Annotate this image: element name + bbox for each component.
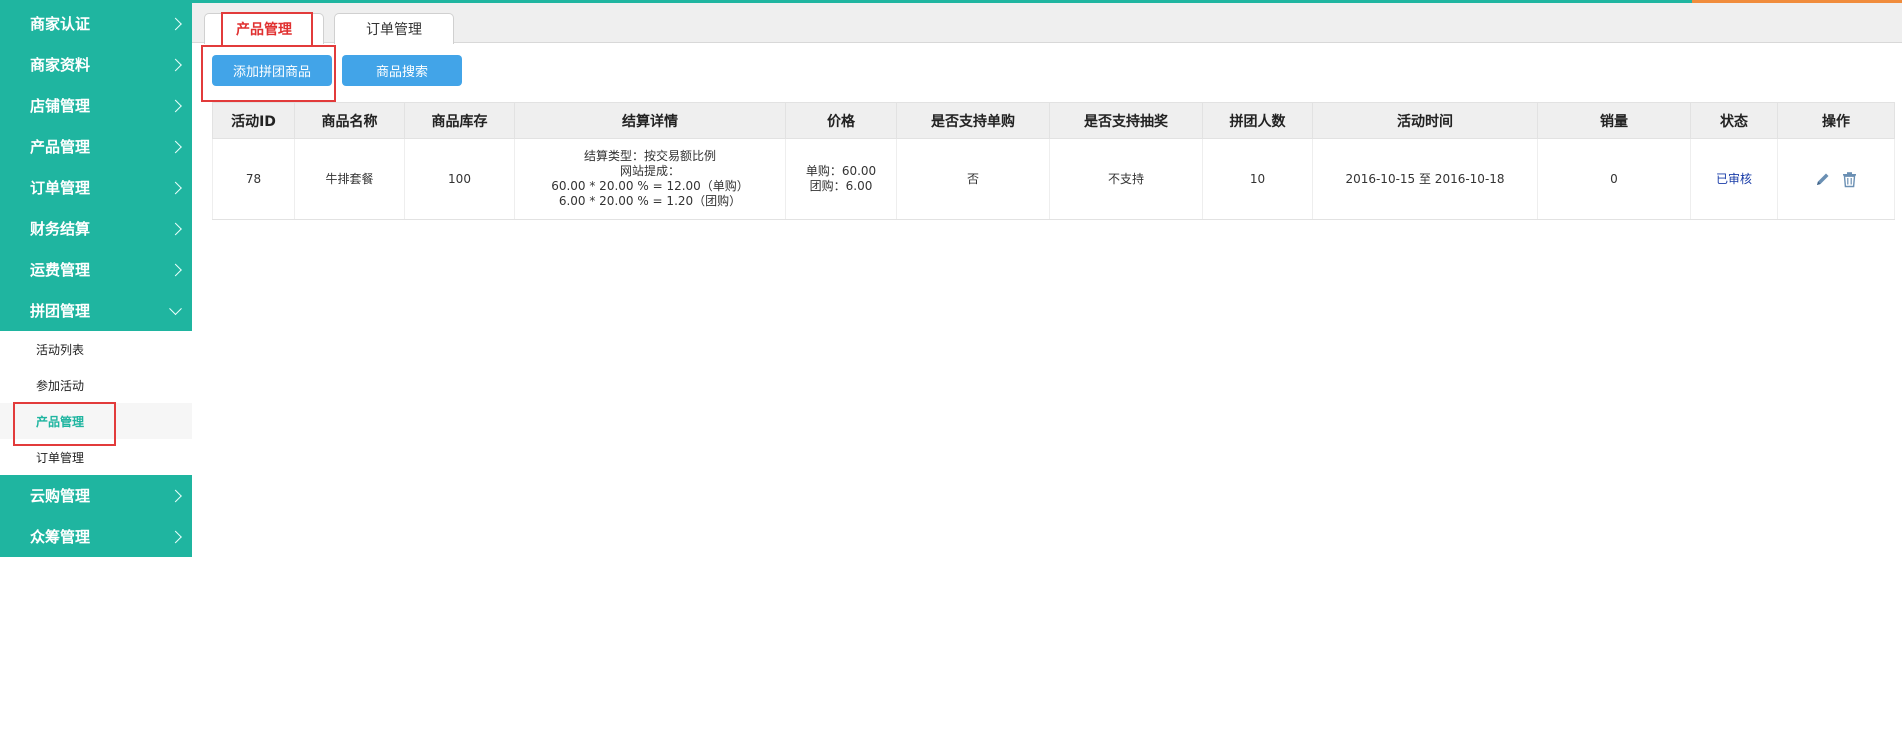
settlement-group: 6.00 * 20.00 % = 1.20（团购） xyxy=(558,194,742,208)
cell-price: 单购：60.00 团购：6.00 xyxy=(785,138,897,220)
column-header: 活动ID xyxy=(212,102,295,139)
sidebar: 商家认证 商家资料 店铺管理 产品管理 订单管理 财务结算 运费管理 拼团管理 … xyxy=(0,3,192,557)
submenu-item-order-manage[interactable]: 订单管理 xyxy=(0,439,192,475)
cell-status: 已审核 xyxy=(1690,138,1778,220)
sidebar-item-merchant-auth[interactable]: 商家认证 xyxy=(0,3,192,44)
sidebar-item-cloud-buy[interactable]: 云购管理 xyxy=(0,475,192,516)
cell-lottery: 不支持 xyxy=(1049,138,1203,220)
tab-product-manage[interactable]: 产品管理 xyxy=(204,13,324,44)
cell-single-buy: 否 xyxy=(896,138,1050,220)
tab-order-manage[interactable]: 订单管理 xyxy=(334,13,454,44)
cell-product-name: 牛排套餐 xyxy=(294,138,405,220)
sidebar-item-group-buy[interactable]: 拼团管理 xyxy=(0,290,192,331)
column-header: 是否支持单购 xyxy=(896,102,1050,139)
table-row: 78 牛排套餐 100 结算类型：按交易额比例 网站提成： 60.00 * 20… xyxy=(212,138,1895,220)
trash-icon[interactable] xyxy=(1841,171,1858,188)
sidebar-item-label: 云购管理 xyxy=(30,487,91,505)
chevron-right-icon xyxy=(169,222,182,235)
cell-sales: 0 xyxy=(1537,138,1691,220)
sidebar-item-finance[interactable]: 财务结算 xyxy=(0,208,192,249)
settlement-type: 结算类型：按交易额比例 xyxy=(583,149,716,163)
pencil-icon[interactable] xyxy=(1815,171,1831,187)
settlement-single: 60.00 * 20.00 % = 12.00（单购） xyxy=(551,179,749,193)
main-content: 产品管理 订单管理 添加拼团商品 商品搜索 活动ID 商品名称 商品库存 结算详… xyxy=(192,3,1902,736)
column-header: 结算详情 xyxy=(514,102,786,139)
column-header: 价格 xyxy=(785,102,897,139)
column-header: 拼团人数 xyxy=(1202,102,1313,139)
cell-stock: 100 xyxy=(404,138,515,220)
sidebar-item-label: 商家认证 xyxy=(30,15,91,33)
sidebar-item-label: 拼团管理 xyxy=(30,302,91,320)
cell-activity-time: 2016-10-15 至 2016-10-18 xyxy=(1312,138,1538,220)
sidebar-item-label: 众筹管理 xyxy=(30,528,91,546)
product-search-button[interactable]: 商品搜索 xyxy=(342,55,462,86)
sidebar-item-products[interactable]: 产品管理 xyxy=(0,126,192,167)
add-group-product-button[interactable]: 添加拼团商品 xyxy=(212,55,332,86)
submenu-item-product-manage[interactable]: 产品管理 xyxy=(0,403,192,439)
sidebar-item-label: 订单管理 xyxy=(30,179,91,197)
sidebar-item-label: 运费管理 xyxy=(30,261,91,279)
chevron-down-icon xyxy=(169,301,182,315)
sidebar-item-label: 商家资料 xyxy=(30,56,91,74)
sidebar-item-shipping[interactable]: 运费管理 xyxy=(0,249,192,290)
tab-bar: 产品管理 订单管理 xyxy=(192,3,1902,44)
table-header-row: 活动ID 商品名称 商品库存 结算详情 价格 是否支持单购 是否支持抽奖 拼团人… xyxy=(212,102,1895,139)
submenu-item-join-activity[interactable]: 参加活动 xyxy=(0,367,192,403)
sidebar-item-label: 产品管理 xyxy=(30,138,91,156)
cell-operations xyxy=(1777,138,1895,220)
cell-activity-id: 78 xyxy=(212,138,295,220)
settlement-commission-label: 网站提成： xyxy=(619,164,680,178)
chevron-right-icon xyxy=(169,181,182,194)
chevron-right-icon xyxy=(169,530,182,543)
price-group: 团购：6.00 xyxy=(809,179,873,193)
submenu-item-activity-list[interactable]: 活动列表 xyxy=(0,331,192,367)
chevron-right-icon xyxy=(169,263,182,276)
chevron-right-icon xyxy=(169,58,182,71)
sidebar-item-label: 财务结算 xyxy=(30,220,91,238)
status-badge: 已审核 xyxy=(1715,171,1752,186)
column-header: 商品名称 xyxy=(294,102,405,139)
price-single: 单购：60.00 xyxy=(805,164,877,178)
cell-settlement: 结算类型：按交易额比例 网站提成： 60.00 * 20.00 % = 12.0… xyxy=(514,138,786,220)
column-header: 销量 xyxy=(1537,102,1691,139)
column-header: 是否支持抽奖 xyxy=(1049,102,1203,139)
chevron-right-icon xyxy=(169,489,182,502)
sidebar-item-label: 店铺管理 xyxy=(30,97,91,115)
chevron-right-icon xyxy=(169,99,182,112)
chevron-right-icon xyxy=(169,17,182,30)
sidebar-item-orders[interactable]: 订单管理 xyxy=(0,167,192,208)
sidebar-item-merchant-info[interactable]: 商家资料 xyxy=(0,44,192,85)
sidebar-item-shop[interactable]: 店铺管理 xyxy=(0,85,192,126)
column-header: 状态 xyxy=(1690,102,1778,139)
sidebar-submenu: 活动列表 参加活动 产品管理 订单管理 xyxy=(0,331,192,475)
chevron-right-icon xyxy=(169,140,182,153)
column-header: 活动时间 xyxy=(1312,102,1538,139)
column-header: 操作 xyxy=(1777,102,1895,139)
sidebar-item-crowdfunding[interactable]: 众筹管理 xyxy=(0,516,192,557)
group-product-table: 活动ID 商品名称 商品库存 结算详情 价格 是否支持单购 是否支持抽奖 拼团人… xyxy=(212,102,1895,220)
column-header: 商品库存 xyxy=(404,102,515,139)
cell-group-size: 10 xyxy=(1202,138,1313,220)
